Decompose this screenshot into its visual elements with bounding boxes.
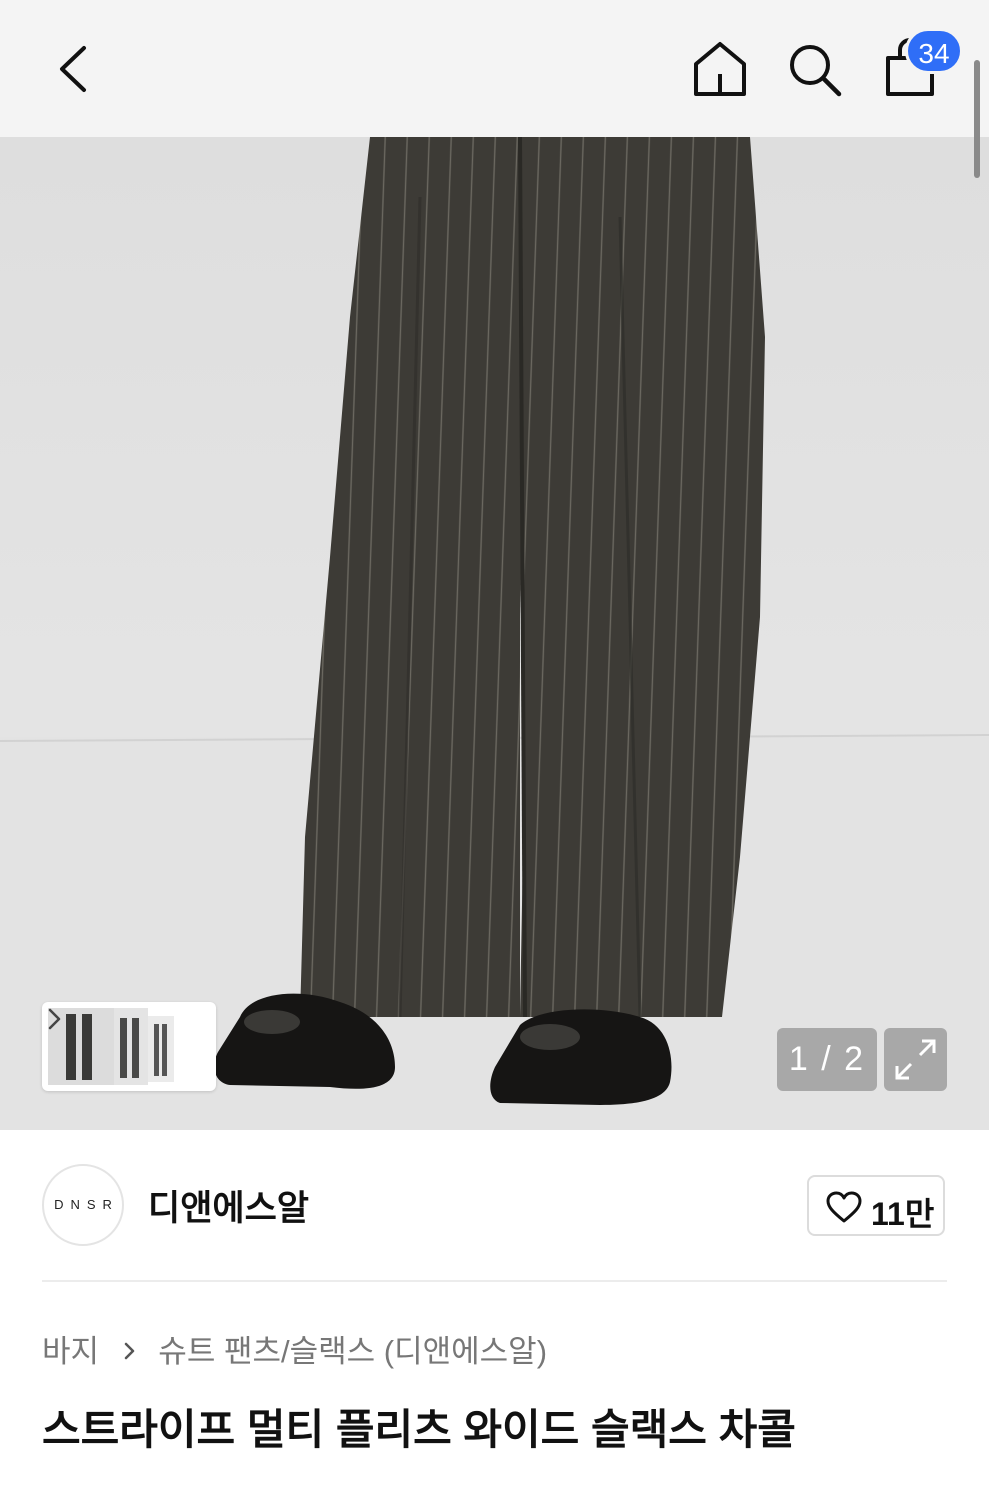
breadcrumb: 바지 슈트 팬츠/슬랙스 (디앤에스알) bbox=[42, 1326, 547, 1371]
product-title: 스트라이프 멀티 플리츠 와이드 슬랙스 차콜 bbox=[42, 1406, 796, 1453]
thumbnail-strip[interactable] bbox=[42, 1002, 216, 1091]
chevron-right-icon bbox=[122, 1334, 138, 1370]
back-button[interactable] bbox=[52, 40, 100, 98]
expand-image-button[interactable] bbox=[884, 1028, 947, 1091]
home-icon bbox=[694, 42, 746, 96]
brand-logo[interactable]: DNSR bbox=[42, 1164, 124, 1246]
breadcrumb-category[interactable]: 바지 bbox=[42, 1334, 99, 1369]
chevron-left-icon bbox=[60, 46, 86, 92]
image-pager: 1 / 2 bbox=[777, 1028, 877, 1091]
home-button[interactable] bbox=[690, 38, 750, 100]
expand-icon bbox=[895, 1039, 936, 1080]
product-photo bbox=[0, 137, 989, 1130]
like-count: 11만 bbox=[871, 1196, 935, 1232]
cart-count-badge: 34 bbox=[905, 28, 963, 74]
thumbnail-images[interactable] bbox=[48, 1008, 178, 1085]
section-divider bbox=[42, 1280, 947, 1282]
heart-icon bbox=[826, 1191, 862, 1223]
search-icon bbox=[790, 45, 842, 97]
page-scrollbar[interactable] bbox=[974, 60, 980, 178]
product-image-gallery[interactable]: 1 / 2 bbox=[0, 137, 989, 1130]
breadcrumb-subcategory[interactable]: 슈트 팬츠/슬랙스 (디앤에스알) bbox=[158, 1334, 547, 1369]
search-button[interactable] bbox=[785, 38, 845, 100]
like-button[interactable]: 11만 bbox=[807, 1175, 945, 1236]
top-navigation-bar: 34 bbox=[0, 0, 989, 137]
brand-name[interactable]: 디앤에스알 bbox=[148, 1180, 309, 1231]
chevron-right-icon[interactable] bbox=[42, 1002, 66, 1036]
